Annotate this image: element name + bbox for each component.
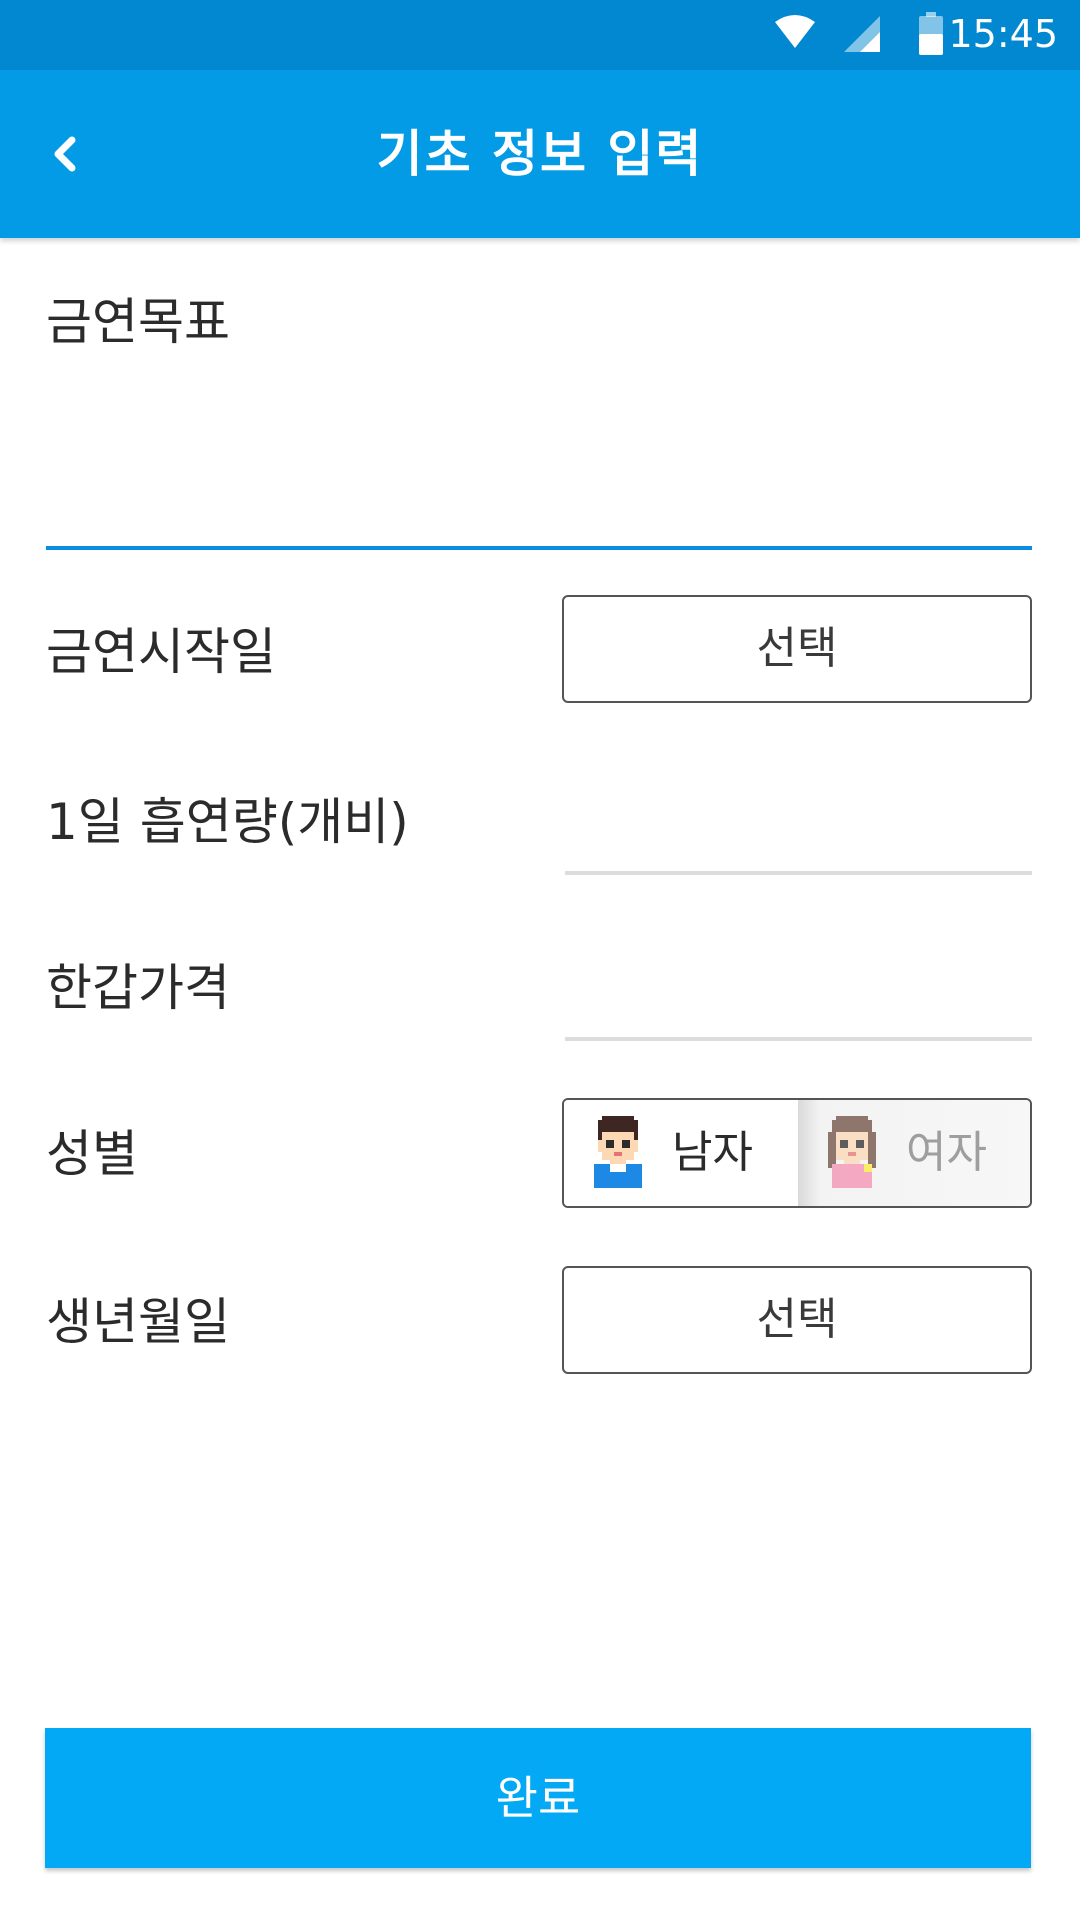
gender-toggle: 남자 여자	[562, 1098, 1032, 1208]
status-time: 15:45	[948, 12, 1058, 56]
pack-price-underline	[565, 1037, 1032, 1041]
gender-female-option[interactable]: 여자	[798, 1100, 1030, 1206]
done-button[interactable]: 완료	[45, 1728, 1031, 1868]
status-bar: 15:45	[0, 0, 1080, 70]
gender-female-label: 여자	[906, 1127, 987, 1178]
start-date-select-button[interactable]: 선택	[562, 595, 1032, 703]
wifi-icon	[774, 14, 816, 54]
daily-amount-underline	[565, 871, 1032, 875]
daily-amount-input[interactable]	[565, 798, 1036, 870]
goal-underline	[46, 546, 1032, 550]
goal-input[interactable]	[46, 470, 1036, 542]
male-avatar-icon	[594, 1116, 642, 1192]
pack-price-input[interactable]	[565, 964, 1036, 1036]
female-avatar-icon	[828, 1116, 876, 1192]
goal-label: 금연목표	[46, 293, 230, 351]
gender-label: 성별	[46, 1125, 138, 1183]
start-date-label: 금연시작일	[46, 623, 276, 681]
pack-price-label: 한갑가격	[46, 959, 230, 1017]
birthdate-select-button[interactable]: 선택	[562, 1266, 1032, 1374]
daily-amount-label: 1일 흡연량(개비)	[46, 793, 409, 851]
signal-icon	[842, 14, 882, 58]
gender-male-label: 남자	[672, 1127, 753, 1178]
birthdate-label: 생년월일	[46, 1293, 230, 1351]
page-title: 기초 정보 입력	[376, 125, 704, 183]
gender-male-option[interactable]: 남자	[564, 1100, 798, 1206]
battery-icon	[918, 12, 944, 60]
app-bar: 기초 정보 입력	[0, 70, 1080, 238]
